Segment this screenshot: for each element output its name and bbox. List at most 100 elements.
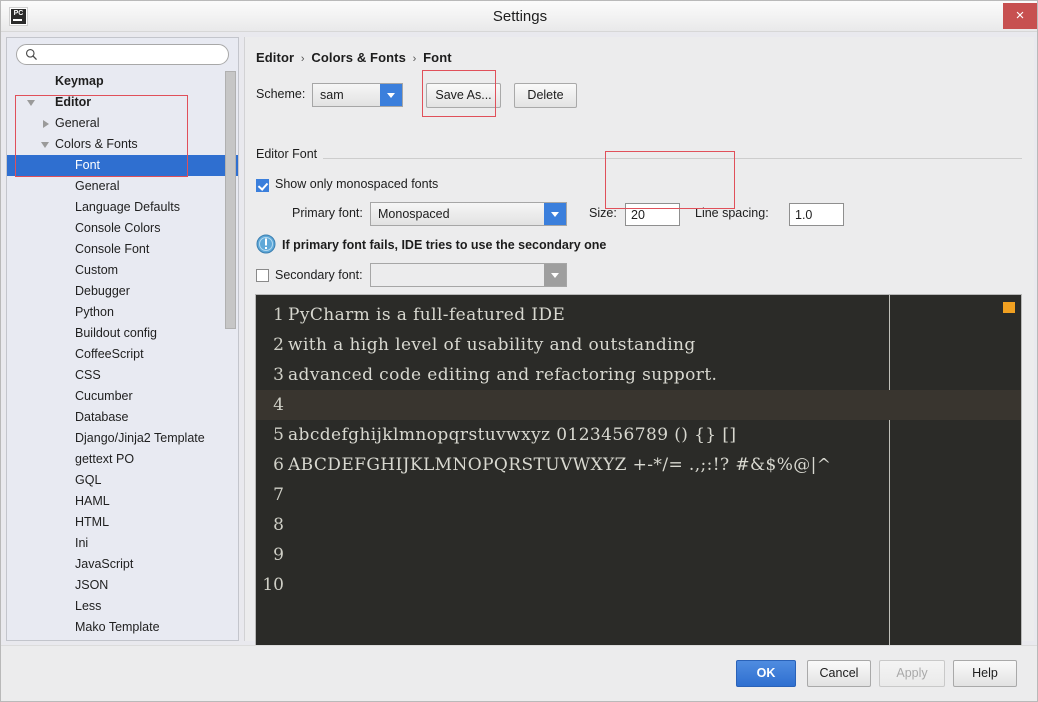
sidebar-item-general[interactable]: General — [7, 113, 238, 134]
sidebar-item-cucumber[interactable]: Cucumber — [7, 386, 238, 407]
secondary-font-checkbox[interactable] — [256, 269, 269, 282]
sidebar-item-keymap[interactable]: Keymap — [7, 71, 238, 92]
window-title: Settings — [492, 8, 548, 25]
sidebar-item-django-jinja2-template[interactable]: Django/Jinja2 Template — [7, 428, 238, 449]
sidebar-item-database[interactable]: Database — [7, 407, 238, 428]
search-field-wrap — [16, 44, 229, 65]
chevron-down-icon[interactable] — [27, 100, 35, 106]
info-circle-icon — [256, 234, 276, 254]
sidebar-item-mako-template[interactable]: Mako Template — [7, 617, 238, 638]
sidebar-item-label: Less — [75, 599, 102, 613]
sidebar-item-custom[interactable]: Custom — [7, 260, 238, 281]
sidebar-item-label: JavaScript — [75, 557, 134, 571]
secondary-font-dropdown[interactable] — [370, 263, 567, 287]
apply-button: Apply — [879, 660, 945, 687]
sidebar-item-haml[interactable]: HAML — [7, 491, 238, 512]
save-as-button[interactable]: Save As... — [426, 83, 501, 108]
help-button[interactable]: Help — [953, 660, 1017, 687]
preview-line-text: abcdefghijklmnopqrstuvwxyz 0123456789 ()… — [288, 425, 737, 445]
sidebar-scrollbar-thumb[interactable] — [225, 71, 236, 329]
preview-line-number: 2 — [273, 335, 284, 355]
sidebar-item-html[interactable]: HTML — [7, 512, 238, 533]
sidebar-item-editor[interactable]: Editor — [7, 92, 238, 113]
sidebar-item-label: Language Defaults — [75, 200, 180, 214]
chevron-down-icon[interactable] — [380, 84, 402, 106]
settings-dialog: PC Settings × Keymap Editor General Colors … — [0, 0, 1038, 702]
scheme-dropdown[interactable]: sam — [312, 83, 403, 107]
preview-line-text: ABCDEFGHIJKLMNOPQRSTUVWXYZ +-*/= .,;:!? … — [288, 455, 832, 475]
sidebar-item-label: Custom — [75, 263, 119, 277]
sidebar-item-general[interactable]: General — [7, 176, 238, 197]
preview-code-line: 1 PyCharm is a full-featured IDE — [256, 300, 1021, 330]
preview-code-line: 3 advanced code editing and refactoring s… — [256, 360, 1021, 390]
sidebar-item-ini[interactable]: Ini — [7, 533, 238, 554]
sidebar-item-console-colors[interactable]: Console Colors — [7, 218, 238, 239]
sidebar-item-label: Buildout config — [75, 326, 158, 340]
font-size-input[interactable] — [625, 203, 680, 226]
breadcrumb-separator-2: › — [412, 53, 417, 65]
chevron-down-icon[interactable] — [41, 142, 49, 148]
preview-line-number: 7 — [273, 485, 284, 505]
sidebar-item-debugger[interactable]: Debugger — [7, 281, 238, 302]
sidebar-item-label: Ini — [75, 536, 89, 550]
sidebar-item-label: Python — [75, 305, 114, 319]
secondary-font-hint: If primary font fails, IDE tries to use … — [282, 238, 607, 252]
chevron-down-icon[interactable] — [544, 264, 566, 286]
sidebar-item-label: Debugger — [75, 284, 130, 298]
sidebar-item-colors-fonts[interactable]: Colors & Fonts — [7, 134, 238, 155]
line-spacing-label: Line spacing: — [695, 206, 769, 220]
settings-sidebar: Keymap Editor General Colors & Fonts Font Gen… — [6, 37, 239, 641]
cancel-button[interactable]: Cancel — [807, 660, 871, 687]
font-size-label: Size: — [589, 206, 617, 220]
sidebar-item-python[interactable]: Python — [7, 302, 238, 323]
preview-line-number: 3 — [273, 365, 284, 385]
sidebar-item-label: Console Colors — [75, 221, 161, 235]
close-icon[interactable]: × — [1003, 3, 1037, 29]
preview-line-number: 6 — [273, 455, 284, 475]
settings-tree[interactable]: Keymap Editor General Colors & Fonts Font Gen… — [7, 71, 238, 640]
sidebar-item-language-defaults[interactable]: Language Defaults — [7, 197, 238, 218]
sidebar-item-label: Font — [75, 158, 101, 172]
show-monospaced-checkbox[interactable] — [256, 179, 269, 192]
sidebar-item-label: Cucumber — [75, 389, 133, 403]
sidebar-item-coffeescript[interactable]: CoffeeScript — [7, 344, 238, 365]
line-spacing-input[interactable] — [789, 203, 844, 226]
sidebar-item-gettext-po[interactable]: gettext PO — [7, 449, 238, 470]
sidebar-item-gql[interactable]: GQL — [7, 470, 238, 491]
sidebar-item-label: Mako Template — [75, 620, 160, 634]
search-input[interactable] — [16, 44, 229, 65]
primary-font-dropdown[interactable]: Monospaced — [370, 202, 567, 226]
breadcrumb-colors-fonts: Colors & Fonts — [311, 50, 406, 65]
dialog-body: Keymap Editor General Colors & Fonts Font Gen… — [1, 32, 1037, 665]
chevron-right-icon[interactable] — [43, 120, 49, 128]
preview-code-line: 2 with a high level of usability and outs… — [256, 330, 1021, 360]
sidebar-item-label: JSON — [75, 578, 109, 592]
preview-line-number: 9 — [273, 545, 284, 565]
sidebar-item-css[interactable]: CSS — [7, 365, 238, 386]
preview-code-line: 10 — [256, 570, 1021, 600]
sidebar-item-javascript[interactable]: JavaScript — [7, 554, 238, 575]
preview-code-line: 7 — [256, 480, 1021, 510]
preview-code-line: 5 abcdefghijklmnopqrstuvwxyz 0123456789 (… — [256, 420, 1021, 450]
breadcrumb-editor: Editor — [256, 50, 295, 65]
sidebar-item-label: HTML — [75, 515, 110, 529]
preview-line-number: 8 — [273, 515, 284, 535]
sidebar-item-label: General — [55, 116, 100, 130]
sidebar-item-label: Keymap — [55, 74, 104, 88]
sidebar-item-less[interactable]: Less — [7, 596, 238, 617]
preview-code-line: 6 ABCDEFGHIJKLMNOPQRSTUVWXYZ +-*/= .,;:!?… — [256, 450, 1021, 480]
sidebar-item-label: Colors & Fonts — [55, 137, 138, 151]
delete-button[interactable]: Delete — [514, 83, 577, 108]
chevron-down-icon[interactable] — [544, 203, 566, 225]
sidebar-item-font[interactable]: Font — [7, 155, 238, 176]
sidebar-item-buildout-config[interactable]: Buildout config — [7, 323, 238, 344]
ok-button[interactable]: OK — [736, 660, 796, 687]
font-preview-editor[interactable]: 1 PyCharm is a full-featured IDE 2 with a h… — [255, 294, 1022, 665]
preview-code-line: 9 — [256, 540, 1021, 570]
sidebar-item-json[interactable]: JSON — [7, 575, 238, 596]
editor-font-group-title: Editor Font — [256, 147, 324, 161]
secondary-font-label: Secondary font: — [275, 268, 363, 282]
sidebar-item-console-font[interactable]: Console Font — [7, 239, 238, 260]
sidebar-item-label: HAML — [75, 494, 110, 508]
breadcrumb: Editor › Colors & Fonts › Font — [256, 50, 452, 65]
